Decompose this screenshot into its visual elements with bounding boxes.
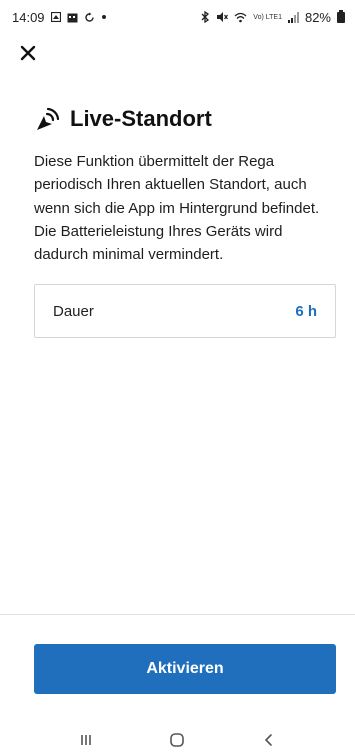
duration-value: 6 h bbox=[295, 302, 317, 320]
battery-icon bbox=[337, 9, 345, 23]
back-icon bbox=[265, 734, 272, 746]
status-bar: 14:09 Vo) LTE1 82% bbox=[0, 0, 355, 34]
close-button[interactable] bbox=[20, 38, 50, 68]
home-button[interactable] bbox=[157, 728, 197, 752]
close-icon bbox=[20, 45, 36, 61]
calendar-icon bbox=[67, 13, 78, 22]
back-button[interactable] bbox=[249, 728, 289, 752]
battery-percent: 82% bbox=[304, 9, 331, 25]
bluetooth-icon bbox=[201, 11, 210, 23]
notification-icon bbox=[50, 12, 61, 22]
system-nav-bar bbox=[0, 726, 355, 754]
status-left: 14:09 bbox=[12, 10, 107, 25]
signal-icon bbox=[287, 11, 299, 23]
network-label: Vo) LTE1 bbox=[253, 13, 282, 21]
dot-icon bbox=[101, 15, 106, 19]
title-row: Live-Standort bbox=[34, 105, 212, 133]
page-title: Live-Standort bbox=[70, 106, 212, 131]
duration-label: Dauer bbox=[53, 302, 94, 320]
sync-icon bbox=[84, 12, 94, 22]
recents-button[interactable] bbox=[66, 728, 106, 752]
wifi-icon bbox=[234, 12, 247, 22]
duration-selector[interactable]: Dauer 6 h bbox=[34, 284, 336, 338]
live-location-icon bbox=[37, 107, 60, 130]
description-text: Diese Funktion übermittelt der Rega peri… bbox=[34, 153, 320, 263]
home-icon bbox=[170, 733, 185, 747]
status-time: 14:09 bbox=[12, 9, 45, 25]
activate-button[interactable]: Aktivieren bbox=[34, 644, 336, 694]
recents-icon bbox=[81, 735, 91, 745]
footer-divider bbox=[0, 614, 355, 615]
status-right: Vo) LTE1 82% bbox=[200, 9, 345, 25]
mute-icon bbox=[217, 12, 229, 22]
